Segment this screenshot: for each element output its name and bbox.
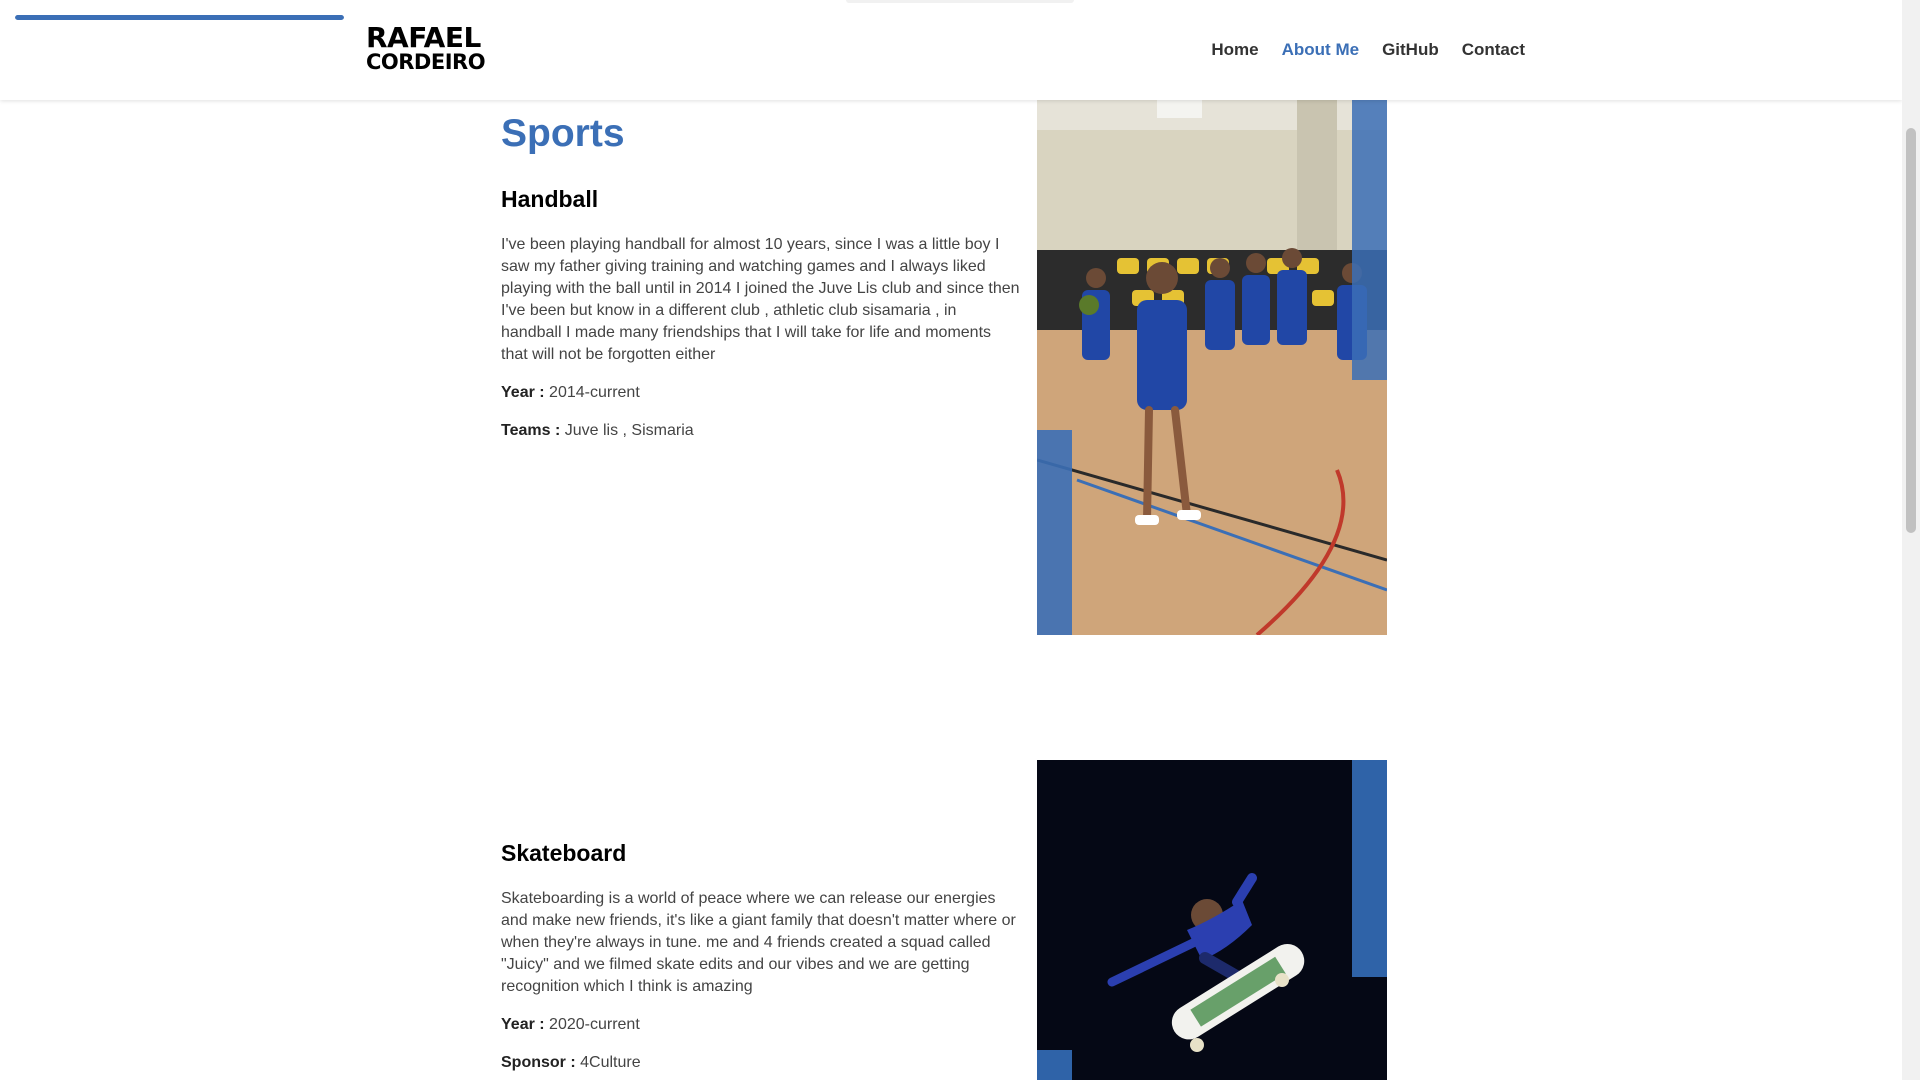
sport-teams: Teams : Juve lis , Sismaria <box>501 420 1021 442</box>
handball-photo <box>1037 100 1387 635</box>
top-tab-shadow <box>846 0 1074 3</box>
nav-github[interactable]: GitHub <box>1382 40 1439 60</box>
scroll-progress-bar <box>15 15 344 20</box>
section-title: Sports <box>501 112 625 155</box>
meta-value: 2014-current <box>549 384 640 401</box>
scrollbar-thumb[interactable] <box>1906 128 1916 533</box>
skateboard-photo <box>1037 760 1387 1080</box>
meta-label: Teams : <box>501 422 561 439</box>
sport-description: Skateboarding is a world of peace where … <box>501 890 1016 995</box>
sport-handball: Handball I've been playing handball for … <box>501 186 1021 442</box>
meta-value: 2020-current <box>549 1016 640 1033</box>
sport-title: Handball <box>501 186 599 212</box>
sport-year: Year : 2020-current <box>501 1014 1021 1036</box>
scroll-progress-fill <box>15 15 344 20</box>
page-scrollbar[interactable] <box>1902 0 1920 1080</box>
nav-contact[interactable]: Contact <box>1462 40 1525 60</box>
nav-about-me[interactable]: About Me <box>1282 40 1359 60</box>
meta-value: 4Culture <box>580 1054 641 1071</box>
nav-home[interactable]: Home <box>1211 40 1258 60</box>
logo-line-1: RAFAEL <box>366 21 481 54</box>
sport-title: Skateboard <box>501 840 627 866</box>
sport-sponsor: Sponsor : 4Culture <box>501 1052 1021 1074</box>
meta-label: Year : <box>501 1016 545 1033</box>
meta-label: Sponsor : <box>501 1054 576 1071</box>
about-content: Sports Handball I've been playing handba… <box>0 0 1902 1080</box>
main-nav: Home About Me GitHub Contact <box>1211 40 1525 60</box>
sport-year: Year : 2014-current <box>501 382 1021 404</box>
sport-description: I've been playing handball for almost 10… <box>501 236 1020 363</box>
meta-value: Juve lis , Sismaria <box>564 422 694 439</box>
site-logo[interactable]: RAFAEL CORDEIRO <box>366 21 486 75</box>
sport-skateboard: Skateboard Skateboarding is a world of p… <box>501 840 1021 1074</box>
meta-label: Year : <box>501 384 545 401</box>
site-header: RAFAEL CORDEIRO Home About Me GitHub Con… <box>0 0 1902 100</box>
logo-line-2: CORDEIRO <box>366 50 486 74</box>
